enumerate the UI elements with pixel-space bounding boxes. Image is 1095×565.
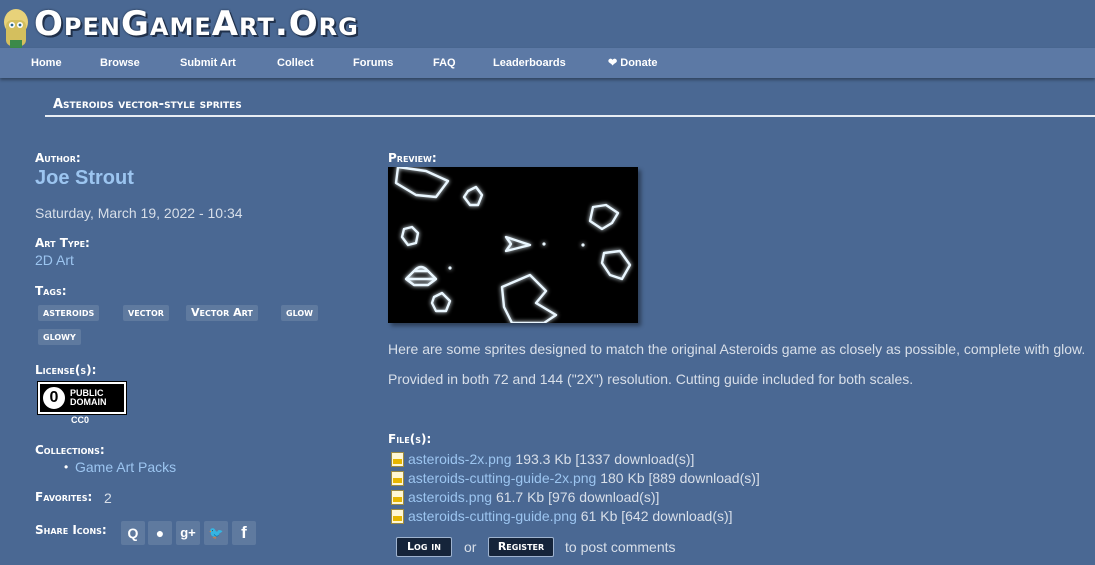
favorites-label: Favorites: <box>35 490 93 504</box>
post-date: Saturday, March 19, 2022 - 10:34 <box>35 205 243 221</box>
file-meta: 61 Kb [642 download(s)] <box>580 508 733 524</box>
nav-collect[interactable]: Collect <box>277 48 314 78</box>
tag-glowy[interactable]: glowy <box>38 329 81 345</box>
asteroid-small-3 <box>430 291 452 313</box>
file-link[interactable]: asteroids-2x.png <box>408 451 512 467</box>
tags-label: Tags: <box>35 284 67 298</box>
bullet-2 <box>581 243 585 247</box>
file-meta: 61.7 Kb [976 download(s)] <box>495 489 660 505</box>
art-type-label: Art Type: <box>35 236 90 250</box>
share-label: Share Icons: <box>35 523 107 537</box>
tag-glow[interactable]: glow <box>281 305 319 321</box>
file-link[interactable]: asteroids.png <box>408 489 492 505</box>
twitter-icon[interactable]: 🐦 <box>204 521 228 545</box>
asteroid-large-top-left <box>394 165 450 199</box>
license-name: CC0 <box>71 415 90 425</box>
cc0-license-badge[interactable]: 0 PUBLIC DOMAIN <box>37 381 127 415</box>
public-domain-zero-icon: 0 <box>42 386 66 410</box>
tag-vector[interactable]: vector <box>123 305 169 321</box>
bullet-3 <box>448 266 452 270</box>
image-file-icon <box>391 471 404 486</box>
facebook-icon[interactable]: f <box>232 521 256 545</box>
art-type-link[interactable]: 2D Art <box>35 252 74 268</box>
asteroids-sprites-preview <box>394 165 632 325</box>
files-label: File(s): <box>388 432 432 446</box>
ufo-saucer <box>404 265 438 287</box>
post-comments-text: to post comments <box>565 539 676 555</box>
tag-asteroids[interactable]: asteroids <box>38 305 100 321</box>
reddit-icon[interactable]: ● <box>148 521 172 545</box>
image-file-icon <box>391 452 404 467</box>
file-meta: 193.3 Kb [1337 download(s)] <box>515 451 695 467</box>
preview-label: Preview: <box>388 151 437 165</box>
asteroid-small-2 <box>400 225 420 247</box>
nav-forums[interactable]: Forums <box>353 48 393 78</box>
nav-home[interactable]: Home <box>31 48 62 78</box>
description-line-1: Here are some sprites designed to match … <box>388 341 1086 357</box>
nav-submit-art[interactable]: Submit Art <box>180 48 236 78</box>
share-q-icon[interactable]: Q <box>121 521 145 545</box>
favorites-count: 2 <box>104 490 112 506</box>
nav-donate[interactable]: ❤ Donate <box>608 48 658 78</box>
or-text: or <box>464 539 477 555</box>
player-ship <box>504 235 532 253</box>
site-title[interactable]: OpenGameArt.Org <box>34 4 359 44</box>
asteroid-medium-right <box>588 203 620 231</box>
title-divider <box>45 115 1095 117</box>
author-label: Author: <box>35 151 81 165</box>
tag-vector-art[interactable]: Vector Art <box>186 305 258 321</box>
file-link[interactable]: asteroids-cutting-guide.png <box>408 508 577 524</box>
author-name-link[interactable]: Joe Strout <box>35 167 134 190</box>
nav-leaderboards[interactable]: Leaderboards <box>493 48 566 78</box>
file-link[interactable]: asteroids-cutting-guide-2x.png <box>408 470 596 486</box>
preview-image[interactable] <box>388 165 638 325</box>
bullet-1 <box>542 242 546 246</box>
nav-browse[interactable]: Browse <box>100 48 140 78</box>
asteroid-medium-far-right <box>600 249 632 281</box>
site-header: OpenGameArt.Org Home Browse Submit Art C… <box>0 0 1095 78</box>
collections-label: Collections: <box>35 443 105 457</box>
image-file-icon <box>391 509 404 524</box>
collection-bullet: • <box>64 460 69 474</box>
asteroid-large-bottom <box>500 273 558 325</box>
nav-faq[interactable]: FAQ <box>433 48 456 78</box>
cc-badge-text: PUBLIC DOMAIN <box>70 388 107 407</box>
google-plus-icon[interactable]: g+ <box>176 521 200 545</box>
register-button[interactable]: Register <box>488 537 554 557</box>
page-title: Asteroids vector-style sprites <box>53 97 242 112</box>
collection-link-game-art-packs[interactable]: Game Art Packs <box>75 459 176 475</box>
login-button[interactable]: Log in <box>396 537 452 557</box>
description-line-2: Provided in both 72 and 144 ("2X") resol… <box>388 371 914 387</box>
main-nav: Home Browse Submit Art Collect Forums FA… <box>0 48 1095 78</box>
asteroid-small-1 <box>462 185 484 207</box>
file-meta: 180 Kb [889 download(s)] <box>600 470 760 486</box>
image-file-icon <box>391 490 404 505</box>
license-label: License(s): <box>35 363 97 377</box>
